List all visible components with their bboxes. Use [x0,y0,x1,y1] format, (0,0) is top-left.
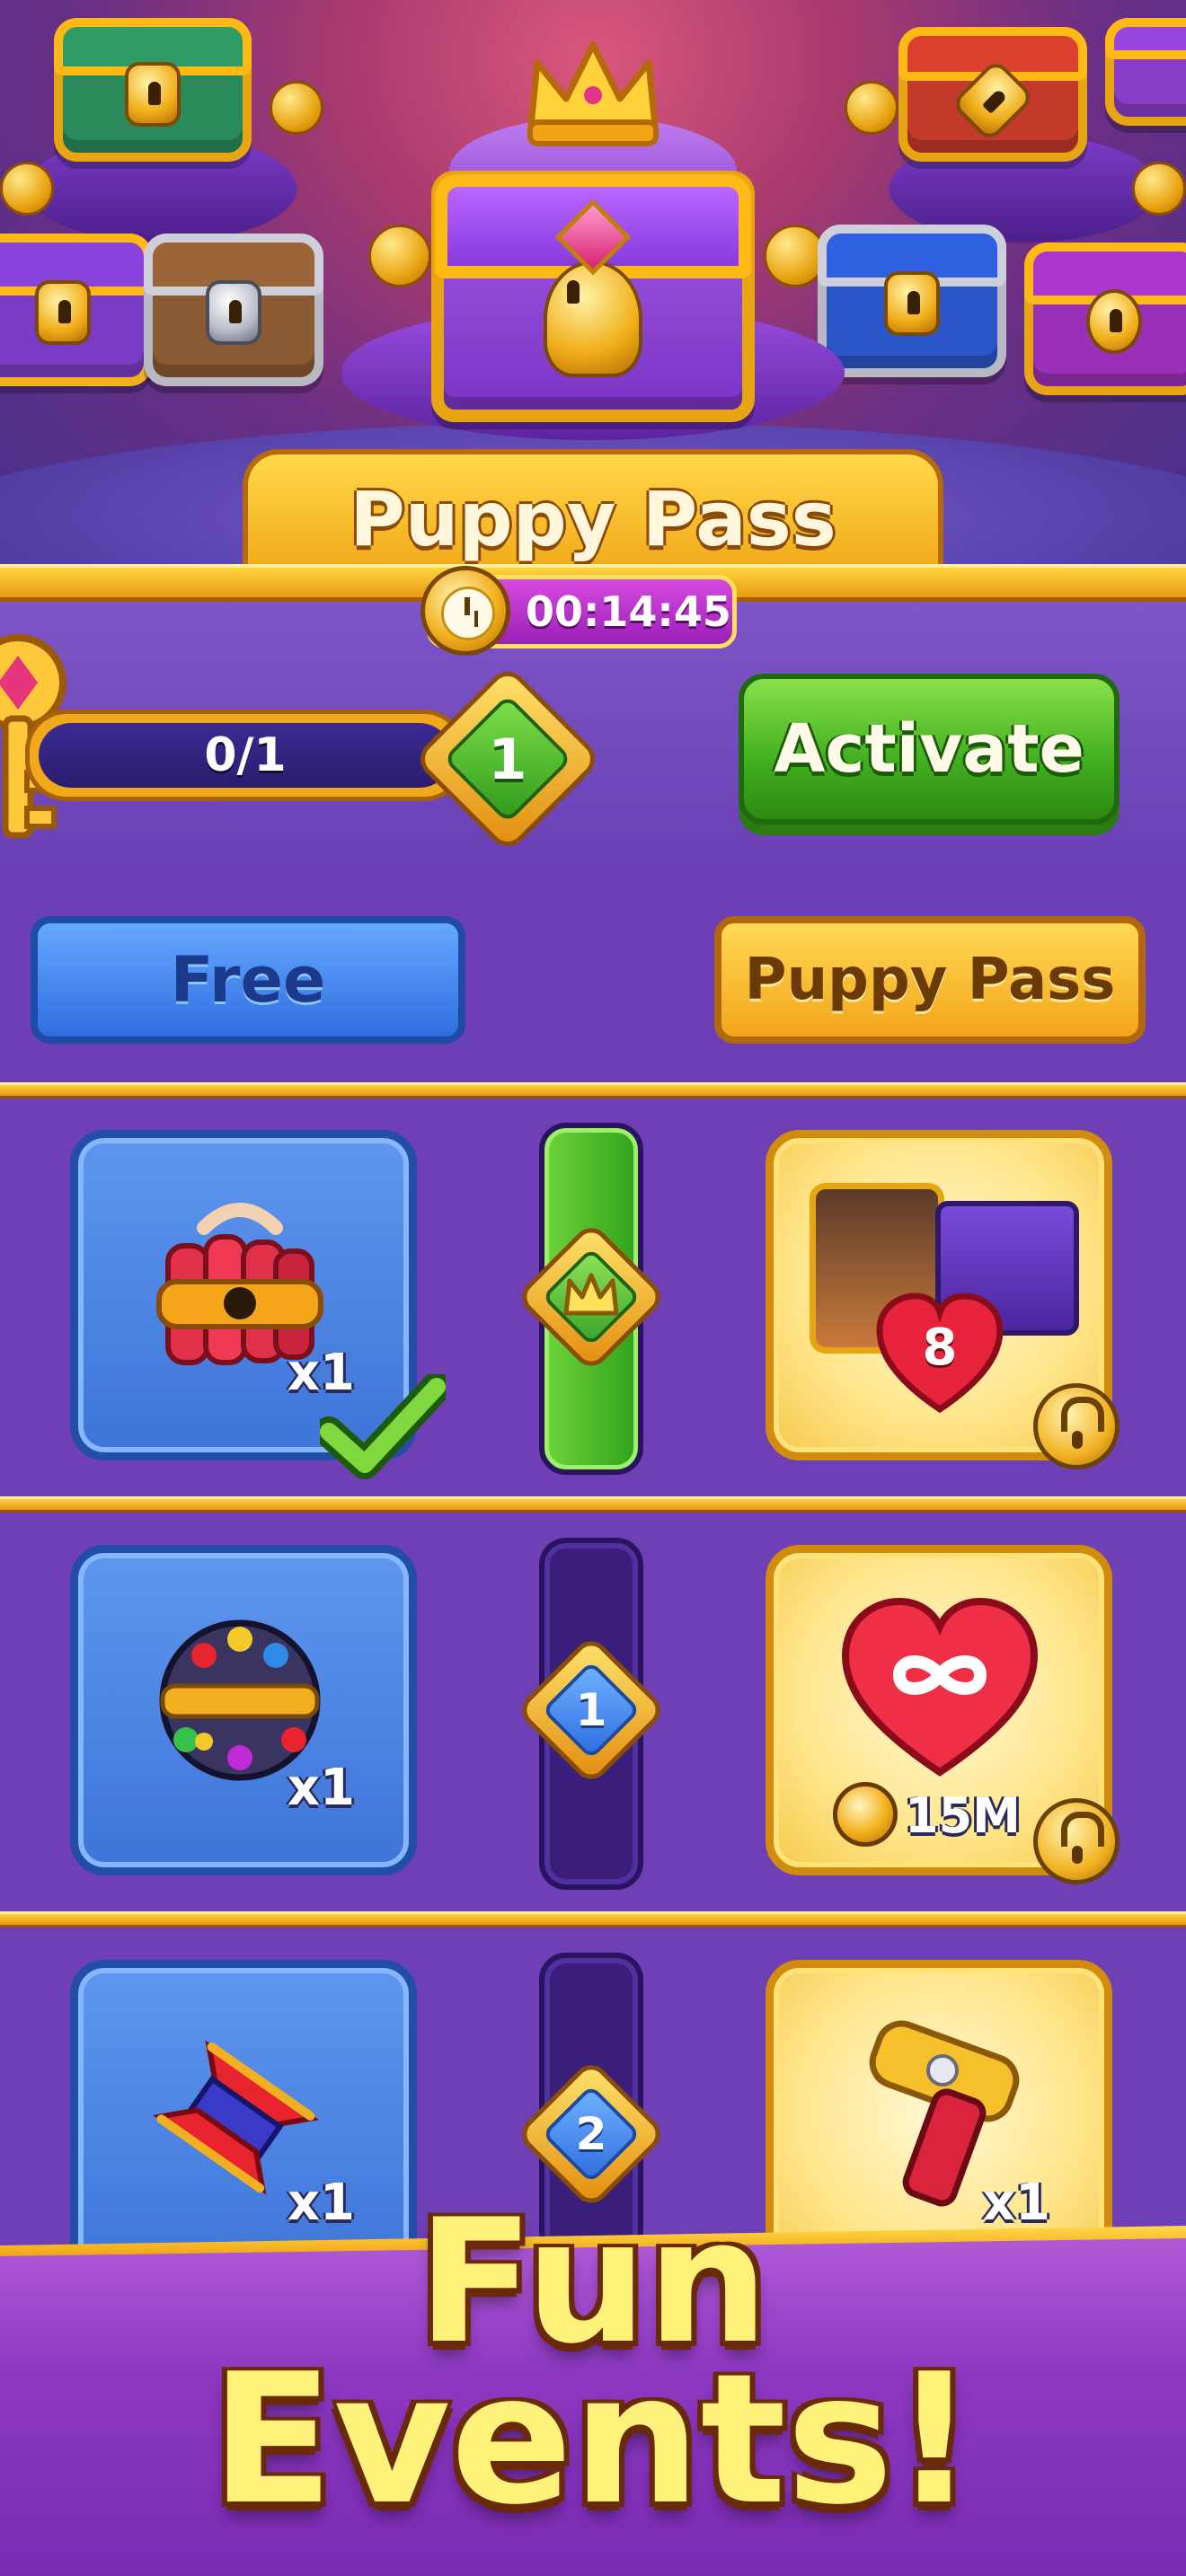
activate-button[interactable]: Activate [739,674,1120,825]
row-divider [0,1082,1186,1098]
reward-quantity: x1 [287,1759,355,1817]
row-divider [0,1496,1186,1513]
lives-badge: 8 [922,1318,958,1377]
check-icon [314,1372,452,1482]
step-number: 1 [575,1684,607,1736]
step-number: 2 [575,2108,607,2160]
main-chest-icon [431,171,755,422]
padlock-icon [1033,1798,1120,1884]
row-divider [0,1911,1186,1928]
blue-chest-icon [818,225,1006,377]
tab-puppy-pass[interactable]: Puppy Pass [714,916,1146,1044]
purple-chest-icon [1105,18,1186,126]
silver-chest-icon [144,234,323,386]
green-chest-icon [54,18,252,162]
red-chest-icon [898,27,1087,162]
free-reward-card[interactable]: x1 [70,1545,417,1875]
infinite-heart-icon [836,1592,1043,1781]
pass-progress-bar: 0/1 [25,710,465,801]
level-number: 1 [488,726,527,792]
coin-icon [368,225,431,287]
coin-icon [845,81,898,135]
padlock-icon [1033,1383,1120,1469]
crown-icon [521,36,665,153]
timer-icon [833,1782,898,1847]
promo-headline-line2: Events! [210,2335,976,2545]
crown-chest-icon [0,234,153,386]
progress-value: 0/1 [39,723,452,788]
crown-icon [559,1266,624,1324]
coin-icon [0,162,54,216]
clock-icon [420,566,510,656]
coin-icon [1132,162,1186,216]
tab-free[interactable]: Free [31,916,465,1044]
paw-chest-icon [1024,243,1186,395]
coin-icon [270,81,323,135]
reward-duration: 15M [905,1786,1021,1844]
